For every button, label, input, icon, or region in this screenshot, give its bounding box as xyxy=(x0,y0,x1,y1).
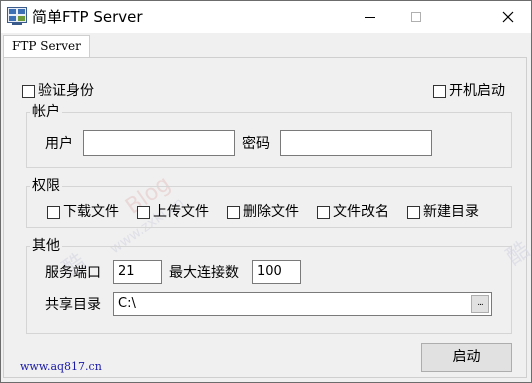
auto-start-checkbox[interactable]: 开机启动 xyxy=(433,82,505,100)
verify-identity-label: 验证身份 xyxy=(38,83,94,99)
minimize-button[interactable] xyxy=(347,1,393,33)
permission-label: 下载文件 xyxy=(63,204,119,220)
auto-start-label: 开机启动 xyxy=(449,83,505,99)
app-window: 简单FTP Server FTP Server 酷 Blog www.zxki.… xyxy=(0,0,532,383)
tab-page: 酷 Blog www.zxki.cn 酷 验证身份 开机启动 帐户 用户 密码 … xyxy=(3,57,532,378)
tab-ftp-server[interactable]: FTP Server xyxy=(3,35,90,57)
checkbox-box xyxy=(137,205,150,219)
password-label: 密码 xyxy=(242,136,270,152)
other-group-label: 其他 xyxy=(30,237,62,255)
tab-strip: FTP Server xyxy=(1,33,531,57)
permission-label: 文件改名 xyxy=(333,204,389,220)
browse-button[interactable]: ... xyxy=(471,295,489,313)
checkbox-box xyxy=(47,205,60,219)
minimize-icon xyxy=(365,17,375,18)
share-dir-input[interactable]: C:\ xyxy=(113,292,492,316)
permission-label: 上传文件 xyxy=(153,204,209,220)
app-icon xyxy=(7,7,27,25)
permission-label: 新建目录 xyxy=(423,204,479,220)
permissions-group-label: 权限 xyxy=(30,177,62,195)
checkbox-box xyxy=(317,205,330,219)
website-link[interactable]: www.aq817.cn xyxy=(20,360,102,373)
delete-files-checkbox[interactable]: 删除文件 xyxy=(227,203,299,221)
port-label: 服务端口 xyxy=(45,265,101,281)
checkbox-box xyxy=(433,84,446,98)
start-button[interactable]: 启动 xyxy=(421,343,512,372)
max-connections-input[interactable]: 100 xyxy=(252,260,301,284)
checkbox-box xyxy=(22,84,35,98)
checkbox-box xyxy=(227,205,240,219)
verify-identity-checkbox[interactable]: 验证身份 xyxy=(22,82,94,100)
window-title: 简单FTP Server xyxy=(32,8,143,26)
close-icon xyxy=(502,11,514,23)
share-dir-label: 共享目录 xyxy=(45,297,101,313)
permission-label: 删除文件 xyxy=(243,204,299,220)
max-connections-label: 最大连接数 xyxy=(169,265,239,281)
checkbox-box xyxy=(407,205,420,219)
password-input[interactable] xyxy=(280,130,432,156)
port-input[interactable]: 21 xyxy=(113,260,162,284)
user-label: 用户 xyxy=(45,136,73,152)
rename-files-checkbox[interactable]: 文件改名 xyxy=(317,203,389,221)
maximize-icon xyxy=(411,12,421,22)
create-directory-checkbox[interactable]: 新建目录 xyxy=(407,203,479,221)
upload-files-checkbox[interactable]: 上传文件 xyxy=(137,203,209,221)
account-group-label: 帐户 xyxy=(30,103,62,121)
maximize-button[interactable] xyxy=(393,1,439,33)
user-input[interactable] xyxy=(83,130,235,156)
title-bar[interactable]: 简单FTP Server xyxy=(1,1,531,33)
close-button[interactable] xyxy=(485,1,531,33)
download-files-checkbox[interactable]: 下载文件 xyxy=(47,203,119,221)
client-area: FTP Server 酷 Blog www.zxki.cn 酷 验证身份 开机启… xyxy=(1,33,532,382)
